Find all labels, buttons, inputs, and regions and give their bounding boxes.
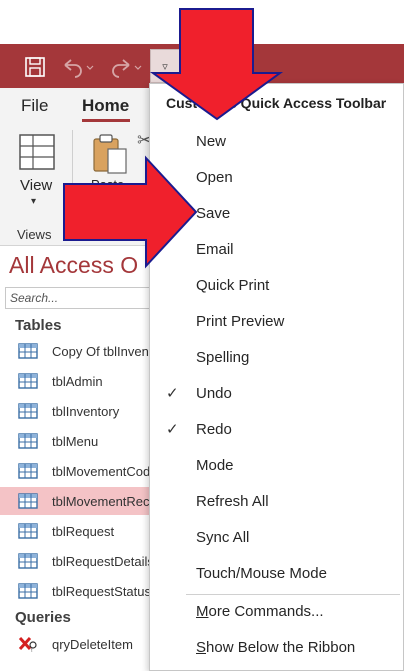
nav-item-label: qryDeleteItem (52, 636, 133, 652)
menu-title: Customize Quick Access Toolbar (166, 95, 387, 111)
menu-item-label: Open (196, 168, 233, 186)
menu-item-label: Touch/Mouse Mode (196, 564, 327, 582)
quick-access-toolbar: ▿ (0, 0, 404, 88)
menu-item-label: New (196, 132, 227, 150)
nav-table-item[interactable]: tblMovementCod (0, 457, 160, 485)
menu-item-touch-mouse-mode[interactable]: Touch/Mouse Mode (150, 556, 402, 590)
menu-item-open[interactable]: Open (150, 160, 402, 194)
table-icon (18, 403, 38, 419)
datasheet-view-icon (19, 134, 55, 170)
nav-section-tables[interactable]: Tables (15, 317, 61, 334)
nav-item-label: tblInventory (52, 403, 120, 419)
menu-item-label: Sync All (196, 528, 250, 546)
menu-item-sync-all[interactable]: Sync All (150, 520, 402, 554)
view-button[interactable] (14, 130, 60, 215)
nav-table-item[interactable]: tblRequestStatus (0, 577, 160, 605)
nav-table-item[interactable]: tblMovementRec (0, 487, 160, 515)
qat-undo-button[interactable] (58, 52, 98, 82)
views-group-label: Views (17, 227, 52, 242)
table-icon (18, 463, 38, 479)
menu-item-refresh-all[interactable]: Refresh All (150, 484, 402, 518)
menu-item-label: Print Preview (196, 312, 285, 330)
nav-item-label: tblMovementRec (52, 493, 150, 509)
qat-save-button[interactable] (20, 52, 50, 82)
menu-item-quick-print[interactable]: Quick Print (150, 268, 402, 302)
menu-item-spelling[interactable]: Spelling (150, 340, 402, 374)
active-tab-indicator (82, 119, 130, 122)
menu-item-label: Redo (196, 420, 232, 438)
menu-item-undo[interactable]: ✓ Undo (150, 376, 402, 410)
menu-item-label: Undo (196, 384, 232, 402)
nav-item-label: Copy Of tblInven (52, 343, 149, 359)
nav-table-item[interactable]: Copy Of tblInven (0, 337, 160, 365)
delete-query-icon: ! (18, 636, 37, 652)
table-icon (18, 583, 38, 599)
nav-item-label: tblRequestStatus (52, 583, 152, 599)
menu-item-redo[interactable]: ✓ Redo (150, 412, 402, 446)
nav-table-item[interactable]: tblRequest (0, 517, 160, 545)
checkmark-icon: ✓ (166, 385, 179, 402)
table-icon (18, 343, 38, 359)
nav-search-input[interactable]: Search... (5, 287, 155, 309)
menu-item-label: Refresh All (196, 492, 269, 510)
table-icon (18, 553, 38, 569)
table-icon (18, 373, 38, 389)
table-icon (18, 493, 38, 509)
paste-icon (93, 134, 127, 174)
nav-table-item[interactable]: tblAdmin (0, 367, 160, 395)
menu-item-print-preview[interactable]: Print Preview (150, 304, 402, 338)
checkmark-icon: ✓ (166, 205, 179, 222)
nav-table-item[interactable]: tblInventory (0, 397, 160, 425)
menu-item-new[interactable]: New (150, 124, 402, 158)
redo-icon (112, 59, 142, 78)
undo-icon (64, 59, 94, 78)
nav-item-label: tblMovementCod (52, 463, 151, 479)
paste-label: Paste (91, 177, 125, 192)
chevron-down-icon: ▾ (31, 196, 37, 207)
title-bar-top (0, 0, 404, 44)
nav-query-item[interactable]: ! qryDeleteItem (0, 630, 160, 658)
customize-dropdown-icon: ▿ (162, 60, 168, 73)
menu-item-label: Mode (196, 456, 234, 474)
nav-item-label: tblRequestDetails (52, 553, 154, 569)
nav-item-label: tblMenu (52, 433, 99, 449)
menu-item-more-commands-[interactable]: More Commands... (150, 594, 402, 628)
customize-qat-button[interactable]: ▿ (150, 49, 180, 83)
checkmark-icon: ✓ (166, 421, 179, 438)
qat-redo-button[interactable] (106, 52, 146, 82)
ribbon-group-divider (72, 130, 73, 238)
menu-item-show-below-the-ribbon[interactable]: Show Below the Ribbon (150, 630, 402, 664)
menu-item-label: Quick Print (196, 276, 270, 294)
menu-item-email[interactable]: Email (150, 232, 402, 266)
nav-pane-title[interactable]: All Access O (9, 252, 138, 279)
svg-text:!: ! (31, 648, 33, 652)
table-icon (18, 523, 38, 539)
nav-section-queries[interactable]: Queries (15, 609, 71, 626)
tab-file[interactable]: File (21, 96, 48, 116)
menu-item-label: Show Below the Ribbon (196, 638, 356, 656)
menu-item-label: Email (196, 240, 234, 258)
nav-item-label: tblAdmin (52, 373, 103, 389)
save-icon (25, 57, 45, 77)
menu-item-save[interactable]: ✓ Save (150, 196, 402, 230)
paste-button[interactable] (90, 133, 130, 175)
table-icon (18, 433, 38, 449)
menu-item-mode[interactable]: Mode (150, 448, 402, 482)
menu-item-label: Save (196, 204, 231, 222)
nav-table-item[interactable]: tblMenu (0, 427, 160, 455)
nav-item-label: tblRequest (52, 523, 115, 539)
menu-item-label: More Commands... (196, 602, 324, 620)
view-button-label: View (20, 177, 53, 194)
nav-table-item[interactable]: tblRequestDetails (0, 547, 160, 575)
tab-home[interactable]: Home (82, 96, 129, 116)
menu-item-label: Spelling (196, 348, 250, 366)
